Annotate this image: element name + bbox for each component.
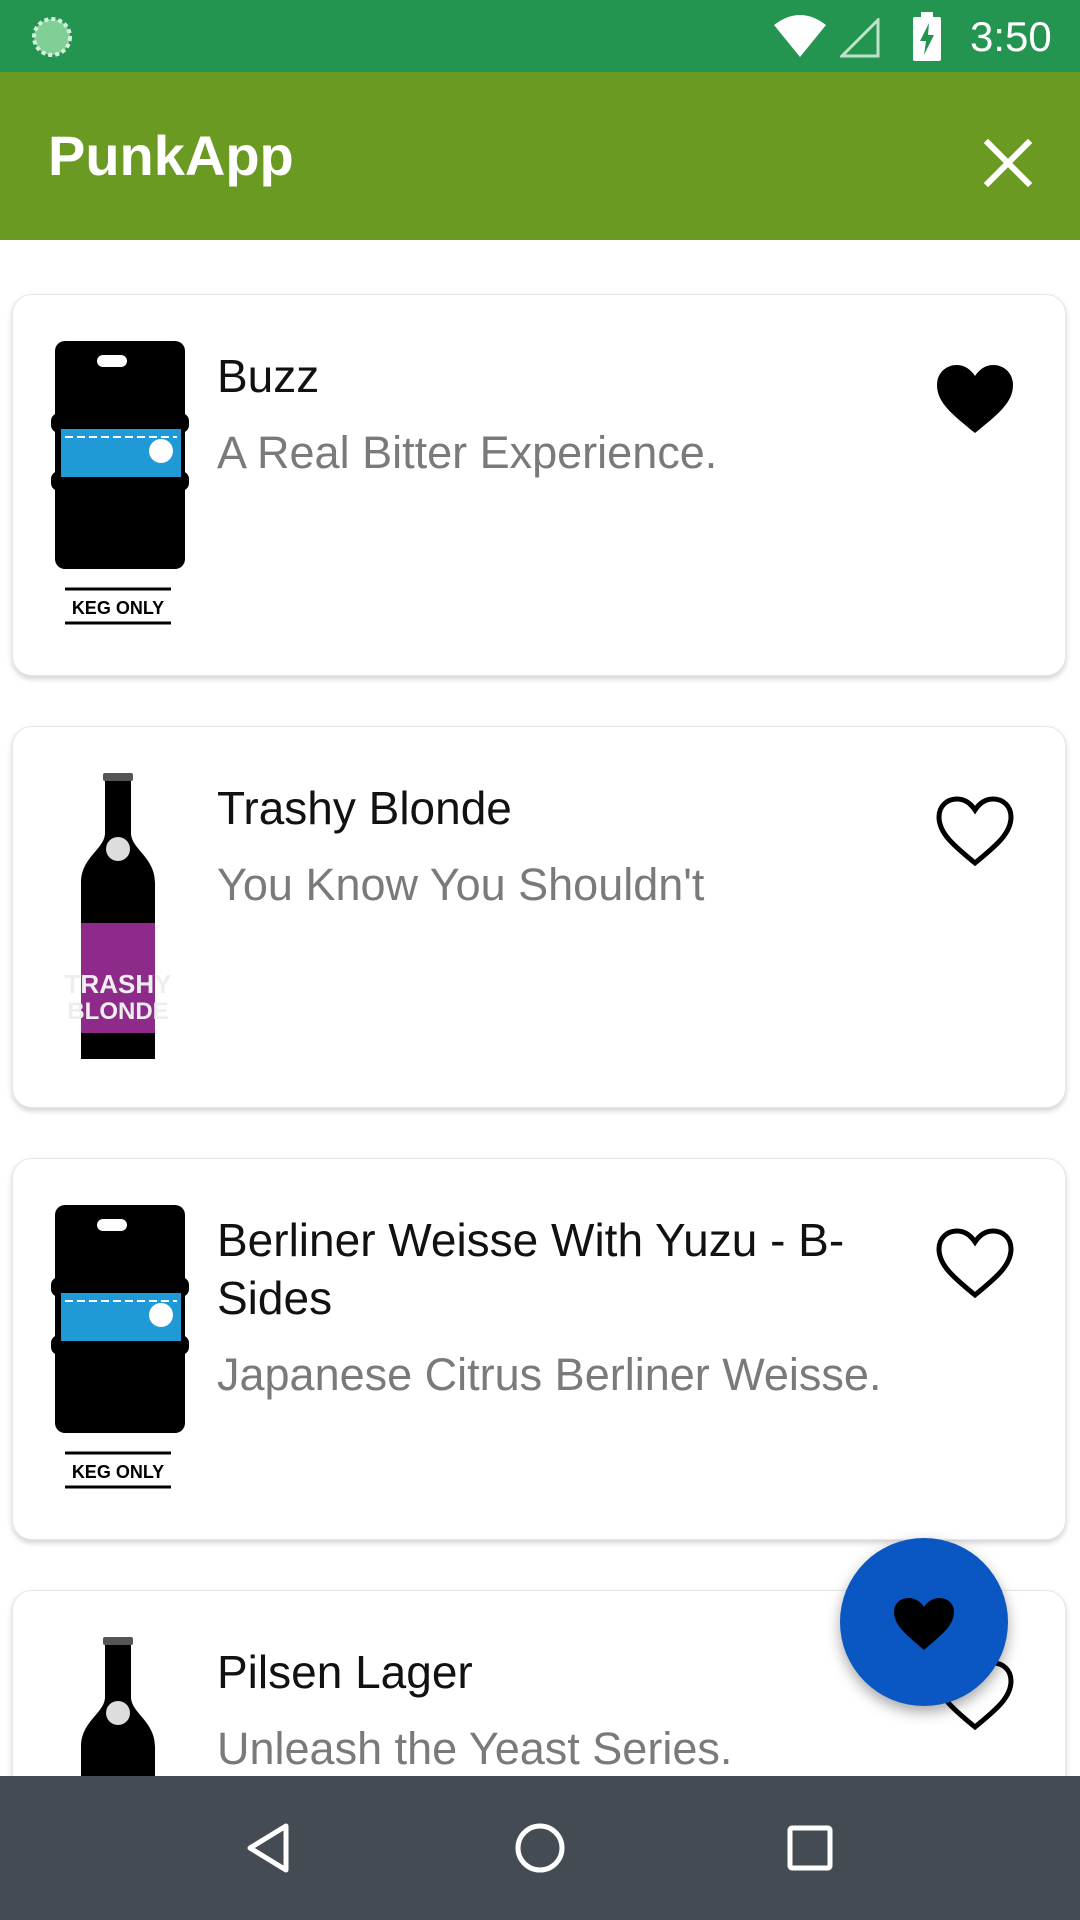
beer-tagline: Unleash the Yeast Series. <box>217 1723 733 1774</box>
battery-charging-icon <box>913 12 941 61</box>
beer-name: Trashy Blonde <box>217 782 512 834</box>
close-icon[interactable] <box>972 127 1044 199</box>
heart-outline-icon[interactable] <box>933 793 1017 869</box>
heart-filled-icon <box>894 1598 954 1650</box>
beer-card[interactable]: KEG ONLY Buzz A Real Bitter Experience. <box>12 294 1066 676</box>
home-icon[interactable] <box>504 1812 576 1884</box>
bottle-image <box>81 1637 155 1776</box>
keg-label: KEG ONLY <box>72 598 164 618</box>
beer-name: Buzz <box>217 350 320 402</box>
heart-filled-icon[interactable] <box>933 361 1017 437</box>
beer-card[interactable]: KEG ONLY Berliner Weisse With Yuzu - B-S… <box>12 1158 1066 1540</box>
progress-circle-icon <box>32 17 72 57</box>
svg-text:BLONDE: BLONDE <box>67 998 168 1025</box>
nav-bar <box>0 1776 1080 1920</box>
keg-image: KEG ONLY <box>51 1205 189 1489</box>
status-bar: 3:50 <box>0 0 1080 72</box>
beer-tagline: You Know You Shouldn't <box>217 859 705 910</box>
clock: 3:50 <box>970 13 1052 60</box>
beer-tagline: A Real Bitter Experience. <box>217 427 718 478</box>
beer-tagline: Japanese Citrus Berliner Weisse. <box>217 1349 882 1400</box>
keg-image: KEG ONLY <box>51 341 189 625</box>
beer-card[interactable]: TRASHY BLONDE Trashy Blonde You Know You… <box>12 726 1066 1108</box>
beer-name: Berliner Weisse With Yuzu - B-Sides <box>217 1214 845 1324</box>
beer-name: Pilsen Lager <box>217 1646 473 1698</box>
keg-label: KEG ONLY <box>72 1462 164 1482</box>
favorites-fab[interactable] <box>840 1538 1008 1706</box>
svg-text:TRASHY: TRASHY <box>65 969 172 999</box>
cell-signal-icon <box>840 18 880 58</box>
back-icon[interactable] <box>234 1812 306 1884</box>
app-title: PunkApp <box>48 124 294 187</box>
heart-outline-icon[interactable] <box>933 1225 1017 1301</box>
bottle-image: TRASHY BLONDE <box>65 773 172 1059</box>
recents-icon[interactable] <box>774 1812 846 1884</box>
app-bar: PunkApp <box>0 72 1080 240</box>
wifi-icon <box>774 15 826 57</box>
